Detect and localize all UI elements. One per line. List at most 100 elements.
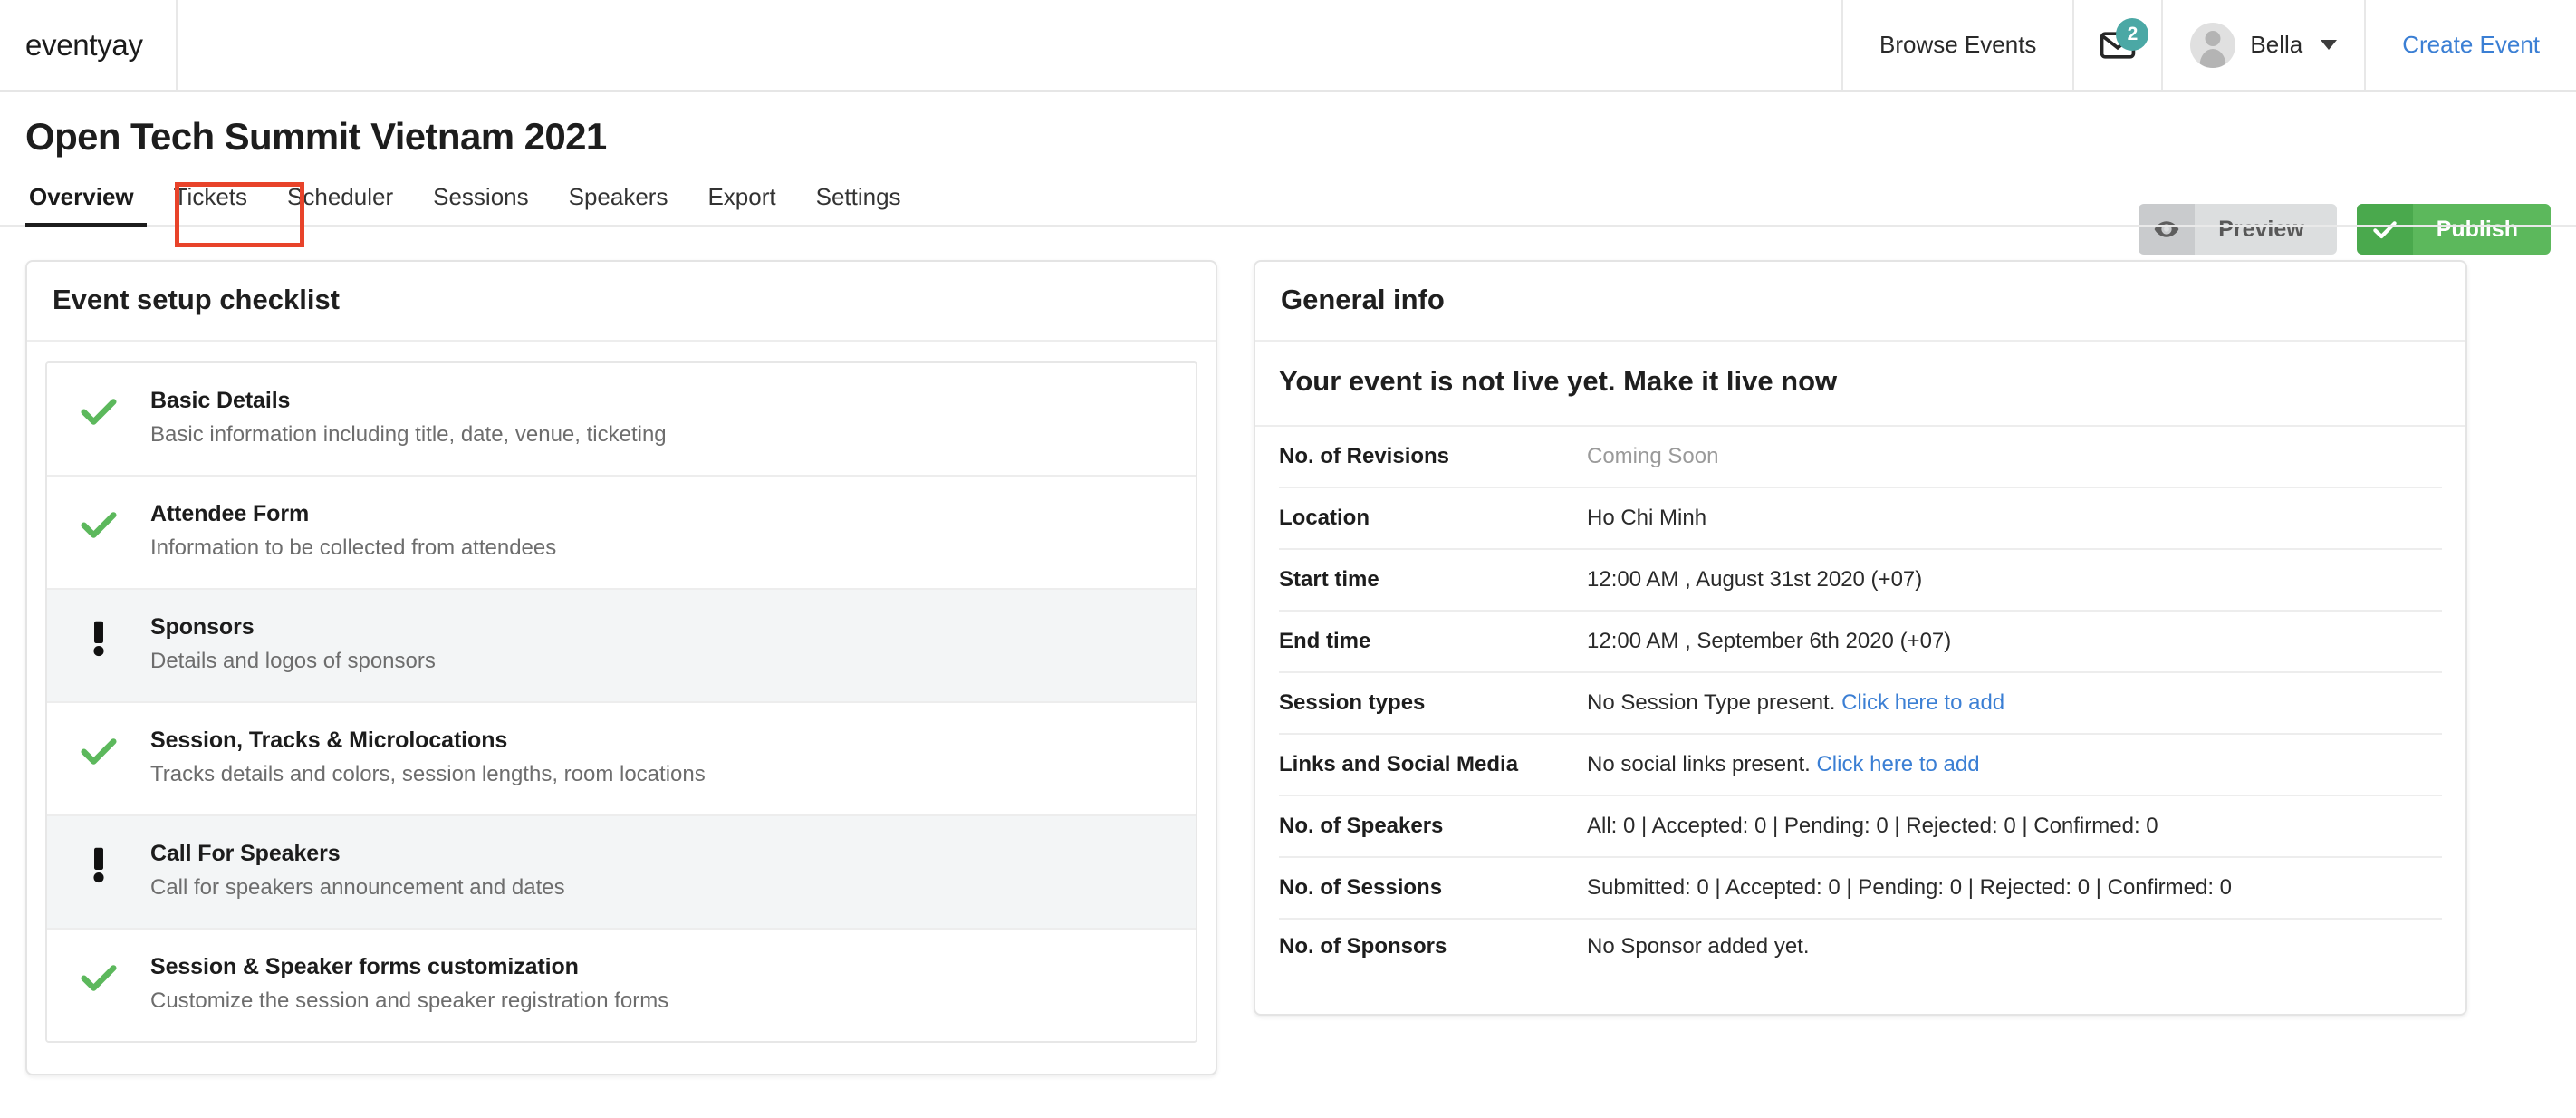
checklist-panel-title: Event setup checklist xyxy=(53,284,341,315)
checklist-item-desc: Information to be collected from attende… xyxy=(150,535,557,560)
info-label: No. of Sponsors xyxy=(1279,934,1447,959)
tab-scheduler-label: Scheduler xyxy=(287,183,394,210)
add-social-link-link[interactable]: Click here to add xyxy=(1816,752,1979,776)
tab-speakers[interactable]: Speakers xyxy=(549,183,688,225)
info-label: No. of Sessions xyxy=(1279,875,1443,900)
checklist-item-sponsors[interactable]: Sponsors Details and logos of sponsors xyxy=(47,590,1196,703)
info-label: No. of Revisions xyxy=(1279,444,1450,468)
tab-settings[interactable]: Settings xyxy=(796,183,921,225)
tab-export[interactable]: Export xyxy=(687,183,795,225)
event-live-notice[interactable]: Your event is not live yet. Make it live… xyxy=(1255,342,2465,427)
info-label: Links and Social Media xyxy=(1279,752,1519,776)
info-row-sessions: No. of Sessions Submitted: 0 | Accepted:… xyxy=(1279,858,2442,920)
info-value: No social links present. Click here to a… xyxy=(1587,752,1980,777)
info-value: Coming Soon xyxy=(1587,444,1719,468)
info-value-text: No social links present. xyxy=(1587,752,1811,776)
info-row-session-types: Session types No Session Type present. C… xyxy=(1279,673,2442,735)
info-row-sponsors: No. of Sponsors No Sponsor added yet. xyxy=(1279,920,2442,1014)
checklist-item-name: Session & Speaker forms customization xyxy=(150,954,579,979)
info-row-location: Location Ho Chi Minh xyxy=(1279,488,2442,550)
checklist-item-text: Basic Details Basic information includin… xyxy=(150,387,667,448)
mail-unread-badge: 2 xyxy=(2116,17,2149,51)
event-tabs: Overview Tickets Scheduler Sessions Spea… xyxy=(0,178,2576,247)
checklist-item-name: Attendee Form xyxy=(150,501,310,526)
info-row-links-social-media: Links and Social Media No social links p… xyxy=(1279,735,2442,796)
checklist-item-text: Attendee Form Information to be collecte… xyxy=(150,500,556,561)
add-session-type-link[interactable]: Click here to add xyxy=(1841,690,2004,715)
checklist-item-session-tracks-microlocations[interactable]: Session, Tracks & Microlocations Tracks … xyxy=(47,703,1196,816)
checklist-item-text: Sponsors Details and logos of sponsors xyxy=(150,613,436,674)
checklist-rows: Basic Details Basic information includin… xyxy=(45,361,1197,1043)
nav-messages-button[interactable]: 2 xyxy=(2072,0,2161,90)
tab-overview-label: Overview xyxy=(29,183,134,210)
info-value: All: 0 | Accepted: 0 | Pending: 0 | Reje… xyxy=(1587,814,2158,838)
check-icon xyxy=(78,387,123,437)
mail-wrap: 2 xyxy=(2098,17,2149,65)
checklist-item-basic-details[interactable]: Basic Details Basic information includin… xyxy=(47,363,1196,477)
info-value: No Session Type present. Click here to a… xyxy=(1587,690,2004,716)
main-content: Event setup checklist Basic Details Basi… xyxy=(0,227,2576,1075)
page-header: Open Tech Summit Vietnam 2021 Preview Pu… xyxy=(0,92,2576,255)
check-icon xyxy=(78,953,123,1003)
checklist-item-name: Sponsors xyxy=(150,614,255,640)
info-value: 12:00 AM , August 31st 2020 (+07) xyxy=(1587,567,1923,592)
info-value: 12:00 AM , September 6th 2020 (+07) xyxy=(1587,629,1952,653)
checklist-body: Basic Details Basic information includin… xyxy=(27,342,1216,1074)
nav-browse-events-label: Browse Events xyxy=(1879,31,2037,58)
nav-browse-events[interactable]: Browse Events xyxy=(1841,0,2072,90)
info-value: Submitted: 0 | Accepted: 0 | Pending: 0 … xyxy=(1587,875,2233,900)
checklist-item-name: Basic Details xyxy=(150,388,291,413)
checklist-item-name: Call For Speakers xyxy=(150,841,341,866)
checklist-item-text: Call For Speakers Call for speakers anno… xyxy=(150,840,565,901)
checklist-item-text: Session & Speaker forms customization Cu… xyxy=(150,953,668,1014)
exclamation-icon xyxy=(78,840,123,890)
avatar xyxy=(2190,22,2236,68)
chevron-down-icon xyxy=(2321,40,2338,50)
top-navbar: eventyay Browse Events 2 Bella Create Ev… xyxy=(0,0,2576,92)
checklist-item-desc: Details and logos of sponsors xyxy=(150,649,436,673)
checklist-panel-header: Event setup checklist xyxy=(27,262,1216,342)
checklist-item-call-for-speakers[interactable]: Call For Speakers Call for speakers anno… xyxy=(47,816,1196,930)
info-row-revisions: No. of Revisions Coming Soon xyxy=(1279,427,2442,488)
brand-logo[interactable]: eventyay xyxy=(0,0,178,90)
general-info-title: General info xyxy=(1281,284,1445,315)
tab-sessions-label: Sessions xyxy=(433,183,529,210)
info-value-text: No Session Type present. xyxy=(1587,690,1836,715)
general-info-header: General info xyxy=(1255,262,2465,342)
info-row-start-time: Start time 12:00 AM , August 31st 2020 (… xyxy=(1279,550,2442,612)
tab-tickets[interactable]: Tickets xyxy=(154,183,267,225)
info-label: End time xyxy=(1279,629,1371,653)
tab-settings-label: Settings xyxy=(815,183,901,210)
navbar-right-group: Browse Events 2 Bella Create Event xyxy=(1841,0,2576,90)
general-info-panel: General info Your event is not live yet.… xyxy=(1254,260,2467,1016)
check-icon xyxy=(78,500,123,550)
nav-create-event-label: Create Event xyxy=(2402,31,2540,58)
event-live-notice-text: Your event is not live yet. Make it live… xyxy=(1279,365,1838,397)
checklist-item-attendee-form[interactable]: Attendee Form Information to be collecte… xyxy=(47,477,1196,590)
info-label: Session types xyxy=(1279,690,1426,715)
info-value: Ho Chi Minh xyxy=(1587,506,1707,530)
navbar-spacer xyxy=(178,0,1841,90)
exclamation-icon xyxy=(78,613,123,663)
page-title: Open Tech Summit Vietnam 2021 xyxy=(25,115,607,158)
tab-sessions[interactable]: Sessions xyxy=(413,183,549,225)
info-label: Start time xyxy=(1279,567,1379,592)
info-value: No Sponsor added yet. xyxy=(1587,934,1810,959)
nav-user-menu[interactable]: Bella xyxy=(2161,0,2364,90)
check-icon xyxy=(78,727,123,776)
tab-overview[interactable]: Overview xyxy=(25,183,154,227)
nav-user-name: Bella xyxy=(2250,31,2303,58)
checklist-item-desc: Tracks details and colors, session lengt… xyxy=(150,762,706,786)
info-label: No. of Speakers xyxy=(1279,814,1444,838)
nav-create-event[interactable]: Create Event xyxy=(2364,0,2576,90)
checklist-item-session-speaker-forms-customization[interactable]: Session & Speaker forms customization Cu… xyxy=(47,930,1196,1041)
info-row-end-time: End time 12:00 AM , September 6th 2020 (… xyxy=(1279,612,2442,673)
general-info-table: No. of Revisions Coming Soon Location Ho… xyxy=(1255,427,2465,1014)
tab-export-label: Export xyxy=(707,183,776,210)
info-row-speakers: No. of Speakers All: 0 | Accepted: 0 | P… xyxy=(1279,796,2442,858)
tab-scheduler[interactable]: Scheduler xyxy=(267,183,413,225)
checklist-item-desc: Basic information including title, date,… xyxy=(150,422,667,447)
checklist-item-desc: Call for speakers announcement and dates xyxy=(150,875,565,900)
info-label: Location xyxy=(1279,506,1370,530)
checklist-item-name: Session, Tracks & Microlocations xyxy=(150,728,508,753)
